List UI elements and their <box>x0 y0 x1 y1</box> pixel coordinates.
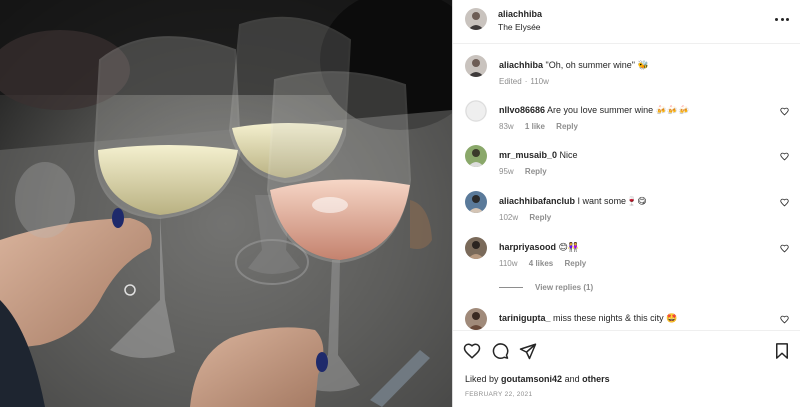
commenter-avatar[interactable] <box>465 237 487 259</box>
reply-button[interactable]: Reply <box>556 122 578 131</box>
post-photo[interactable] <box>0 0 452 407</box>
comment-like-icon[interactable] <box>780 198 789 207</box>
caption-body: "Oh, oh summer wine" <box>545 60 635 70</box>
post-date[interactable]: FEBRUARY 22, 2021 <box>465 391 532 398</box>
share-icon[interactable] <box>519 342 537 360</box>
comment-like-icon[interactable] <box>780 107 789 116</box>
commenter-username[interactable]: harpriyasood <box>499 242 556 252</box>
comment-text: mr_musaib_0 Nice <box>499 150 769 161</box>
comment-emoji: 🍻🍻🍻 <box>655 106 690 116</box>
caption-username[interactable]: aliachhiba <box>499 60 543 70</box>
caption-time: 110w <box>530 77 549 86</box>
commenter-username[interactable]: tarinigupta_ <box>499 313 551 323</box>
commenter-username[interactable]: mr_musaib_0 <box>499 150 557 160</box>
commenter-avatar[interactable] <box>465 308 487 330</box>
liked-by-others[interactable]: others <box>582 374 610 384</box>
author-username[interactable]: aliachhiba <box>498 9 542 19</box>
comment-text: tarinigupta_ miss these nights & this ci… <box>499 313 769 325</box>
comment-time: 83w <box>499 122 514 131</box>
comment-emoji: 😊👭 <box>558 243 580 253</box>
comment-time: 110w <box>499 259 518 268</box>
comment-time: 102w <box>499 213 519 222</box>
comment-text: aliachhibafanclub I want some🍷😋 <box>499 196 769 208</box>
caption-edited: Edited <box>499 77 522 86</box>
comment-meta: 95w Reply <box>499 167 556 176</box>
comment-time: 95w <box>499 167 514 176</box>
comment-body: miss these nights & this city <box>553 313 664 323</box>
post-location[interactable]: The Elysée <box>498 22 541 32</box>
caption-meta: Edited · 110w <box>499 77 549 86</box>
comment-body: I want some <box>577 196 627 206</box>
commenter-username[interactable]: aliachhibafanclub <box>499 196 575 206</box>
liked-by-conj: and <box>564 374 580 384</box>
instagram-post: aliachhiba The Elysée aliachhiba "Oh, oh… <box>0 0 800 407</box>
comment-like-icon[interactable] <box>780 315 789 324</box>
caption-emoji: 🐝 <box>637 61 649 71</box>
comment-text: nllvo86686 Are you love summer wine 🍻🍻🍻 <box>499 105 769 117</box>
comment-text: harpriyasood 😊👭 <box>499 242 769 254</box>
commenter-username[interactable]: nllvo86686 <box>499 105 545 115</box>
comment-icon[interactable] <box>491 342 509 360</box>
comment-meta: 83w 1 like Reply <box>499 122 587 131</box>
commenter-avatar[interactable] <box>465 145 487 167</box>
comment-likes[interactable]: 1 like <box>525 122 545 131</box>
comment-emoji: 🍷😋 <box>626 197 647 207</box>
reply-button[interactable]: Reply <box>529 213 551 222</box>
view-replies-button[interactable]: View replies (1) <box>499 283 593 292</box>
caption-avatar[interactable] <box>465 55 487 77</box>
comments-list[interactable]: aliachhiba "Oh, oh summer wine" 🐝 Edited… <box>453 44 800 330</box>
comment-body: Are you love summer wine <box>547 105 654 115</box>
action-bar <box>463 342 537 360</box>
wine-glasses-photo <box>0 0 452 407</box>
comment-likes[interactable]: 4 likes <box>529 259 553 268</box>
post-header: aliachhiba The Elysée <box>453 0 800 44</box>
liked-by-prefix: Liked by <box>465 374 499 384</box>
view-replies-label: View replies (1) <box>535 283 594 292</box>
comment-body: Nice <box>559 150 578 160</box>
view-replies-line <box>499 287 523 288</box>
liked-by: Liked by goutamsoni42 and others <box>465 374 610 384</box>
author-avatar[interactable] <box>465 8 487 30</box>
comment-emoji: 🤩 <box>666 314 678 324</box>
comment-meta: 102w Reply <box>499 213 560 222</box>
liked-by-user[interactable]: goutamsoni42 <box>501 374 562 384</box>
comment-like-icon[interactable] <box>780 244 789 253</box>
post-actions-section: Liked by goutamsoni42 and others FEBRUAR… <box>453 330 800 407</box>
commenter-avatar[interactable] <box>465 100 487 122</box>
reply-button[interactable]: Reply <box>564 259 586 268</box>
reply-button[interactable]: Reply <box>525 167 547 176</box>
bookmark-icon[interactable] <box>773 342 791 360</box>
comment-like-icon[interactable] <box>780 152 789 161</box>
more-icon[interactable] <box>775 12 789 26</box>
caption-text: aliachhiba "Oh, oh summer wine" 🐝 <box>499 60 769 72</box>
commenter-avatar[interactable] <box>465 191 487 213</box>
comment-meta: 110w 4 likes Reply <box>499 259 595 268</box>
post-sidebar: aliachhiba The Elysée aliachhiba "Oh, oh… <box>452 0 800 407</box>
heart-icon[interactable] <box>463 342 481 360</box>
